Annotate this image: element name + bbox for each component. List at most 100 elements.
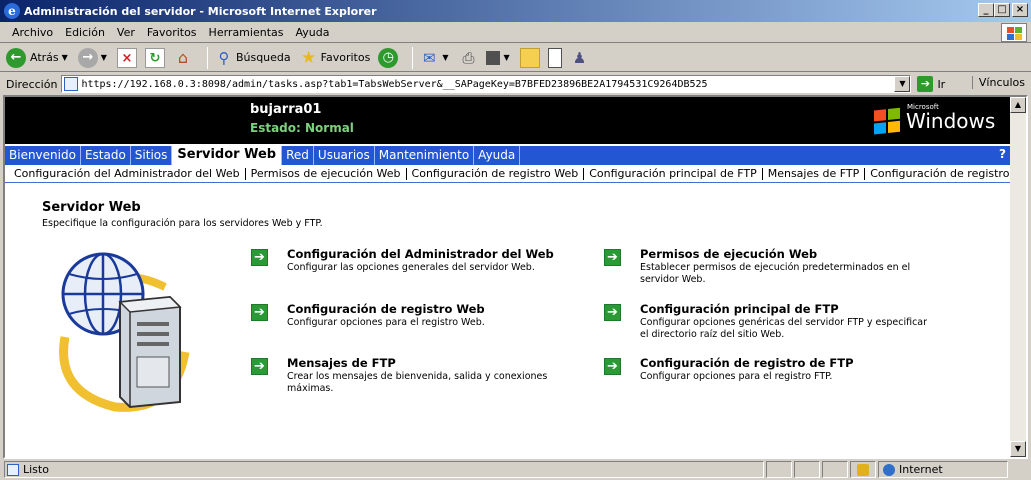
folder-button[interactable] [519, 47, 540, 68]
internet-explorer-icon: e [4, 3, 20, 19]
task-description: Configurar opciones para el registro Web… [287, 317, 485, 328]
print-button[interactable]: ⎙ [458, 48, 478, 68]
subtab-bar: Configuración del Administrador del Web … [5, 165, 1026, 183]
task-title[interactable]: Configuración del Administrador del Web [287, 247, 554, 261]
task-description: Configurar opciones para el registro FTP… [640, 371, 833, 382]
mail-button[interactable]: ✉ ▼ [419, 48, 450, 68]
page-header: bujarra01 Estado: Normal Microsoft Windo… [5, 97, 1010, 144]
tab-estado[interactable]: Estado [81, 146, 131, 165]
toolbar: ← Atrás ▼ → ▼ × ↻ ⌂ ⚲ Búsqueda ★ Favorit… [0, 44, 1031, 72]
edit-button[interactable]: ▼ [486, 50, 511, 65]
status-cell [822, 461, 848, 478]
back-label: Atrás [30, 51, 59, 64]
security-zone[interactable]: Internet [878, 461, 1008, 478]
folder-icon [519, 47, 540, 68]
home-icon: ⌂ [177, 47, 189, 67]
scroll-down-button[interactable]: ▼ [1010, 441, 1026, 457]
favorites-label: Favoritos [320, 51, 371, 64]
task-description: Configurar opciones genéricas del servid… [640, 317, 928, 340]
tab-ayuda[interactable]: Ayuda [474, 146, 521, 165]
windows-flag-icon [1001, 23, 1027, 42]
edit-icon [486, 50, 501, 65]
maximize-button[interactable]: □ [994, 3, 1010, 17]
task-title[interactable]: Configuración de registro de FTP [640, 356, 854, 370]
menu-ver[interactable]: Ver [111, 26, 141, 39]
links-button[interactable]: Vínculos [971, 76, 1025, 89]
go-label: Ir [937, 77, 946, 91]
subtab-ftp-messages[interactable]: Mensajes de FTP [763, 167, 866, 180]
home-button[interactable]: ⌂ [173, 48, 193, 68]
stop-button[interactable]: × [116, 47, 137, 68]
window-title: Administración del servidor - Microsoft … [24, 4, 377, 18]
browser-viewport: bujarra01 Estado: Normal Microsoft Windo… [3, 95, 1028, 459]
page-description: Especifique la configuración para los se… [42, 218, 323, 229]
back-button[interactable]: ← Atrás ▼ [6, 47, 70, 68]
close-button[interactable]: × [1012, 3, 1028, 17]
toolbar-divider [206, 46, 208, 69]
subtab-web-admin-config[interactable]: Configuración del Administrador del Web [9, 167, 246, 180]
windows-logo: Microsoft Windows [874, 103, 1004, 139]
tab-servidor-web[interactable]: Servidor Web [172, 146, 283, 165]
menu-herramientas[interactable]: Herramientas [203, 26, 290, 39]
tab-usuarios[interactable]: Usuarios [314, 146, 375, 165]
history-icon: ◷ [378, 47, 399, 68]
task-title[interactable]: Mensajes de FTP [287, 356, 396, 370]
logo-windows-text: Windows [906, 109, 996, 133]
status-text: Listo [23, 463, 49, 476]
menubar: Archivo Edición Ver Favoritos Herramient… [0, 22, 1031, 43]
forward-button[interactable]: → ▼ [77, 47, 109, 68]
task-description: Establecer permisos de ejecución predete… [640, 262, 911, 285]
lock-icon [857, 463, 869, 476]
chevron-down-icon[interactable]: ▼ [62, 53, 68, 62]
menu-favoritos[interactable]: Favoritos [141, 26, 203, 39]
subtab-ftp-logging[interactable]: Configuración de registro de FTP [865, 167, 1026, 180]
messenger-button[interactable]: ♟ [570, 48, 590, 68]
mail-icon: ✉ [423, 48, 436, 67]
subtab-web-logging[interactable]: Configuración de registro Web [407, 167, 585, 180]
status-cell [766, 461, 792, 478]
page-icon [7, 463, 19, 476]
task-title[interactable]: Configuración de registro Web [287, 302, 485, 316]
chevron-down-icon[interactable]: ▼ [894, 76, 911, 92]
menu-archivo[interactable]: Archivo [6, 26, 59, 39]
green-arrow-icon: ➔ [251, 358, 268, 375]
toolbar-divider [412, 46, 414, 69]
address-input[interactable]: https://192.168.0.3:8098/admin/tasks.asp… [61, 75, 912, 93]
go-button[interactable]: ➔ Ir [917, 76, 945, 92]
subtab-ftp-main[interactable]: Configuración principal de FTP [584, 167, 763, 180]
task-title[interactable]: Configuración principal de FTP [640, 302, 839, 316]
refresh-icon: ↻ [144, 47, 165, 68]
server-status: Estado: Normal [250, 121, 354, 135]
menu-ayuda[interactable]: Ayuda [289, 26, 335, 39]
chevron-down-icon[interactable]: ▼ [442, 53, 448, 62]
chevron-down-icon[interactable]: ▼ [101, 53, 107, 62]
chevron-down-icon[interactable]: ▼ [503, 53, 509, 62]
star-icon: ★ [301, 47, 317, 68]
statusbar: Listo Internet [0, 459, 1031, 480]
zone-text: Internet [899, 463, 943, 476]
messenger-icon: ♟ [572, 48, 587, 67]
address-label: Dirección [6, 77, 58, 91]
menu-edicion[interactable]: Edición [59, 26, 111, 39]
vertical-scrollbar[interactable]: ▲ ▼ [1010, 97, 1026, 457]
scroll-up-button[interactable]: ▲ [1010, 97, 1026, 113]
green-arrow-icon: ➔ [604, 358, 621, 375]
address-url[interactable]: https://192.168.0.3:8098/admin/tasks.asp… [81, 79, 707, 90]
back-arrow-icon: ← [6, 47, 26, 68]
help-icon[interactable]: ? [999, 147, 1006, 161]
task-title[interactable]: Permisos de ejecución Web [640, 247, 817, 261]
research-button[interactable] [547, 47, 562, 68]
tab-mantenimiento[interactable]: Mantenimiento [375, 146, 475, 165]
minimize-button[interactable]: _ [978, 3, 994, 17]
tab-red[interactable]: Red [282, 146, 314, 165]
favorites-button[interactable]: ★ Favoritos [299, 47, 371, 68]
refresh-button[interactable]: ↻ [144, 47, 165, 68]
search-button[interactable]: ⚲ Búsqueda [214, 48, 290, 68]
tab-sitios[interactable]: Sitios [131, 146, 173, 165]
subtab-web-exec-permissions[interactable]: Permisos de ejecución Web [246, 167, 407, 180]
forward-arrow-icon: → [77, 47, 98, 68]
task-description: Crear los mensajes de bienvenida, salida… [287, 371, 548, 394]
tab-bienvenido[interactable]: Bienvenido [5, 146, 81, 165]
status-panel: Listo [4, 461, 764, 478]
history-button[interactable]: ◷ [378, 47, 399, 68]
